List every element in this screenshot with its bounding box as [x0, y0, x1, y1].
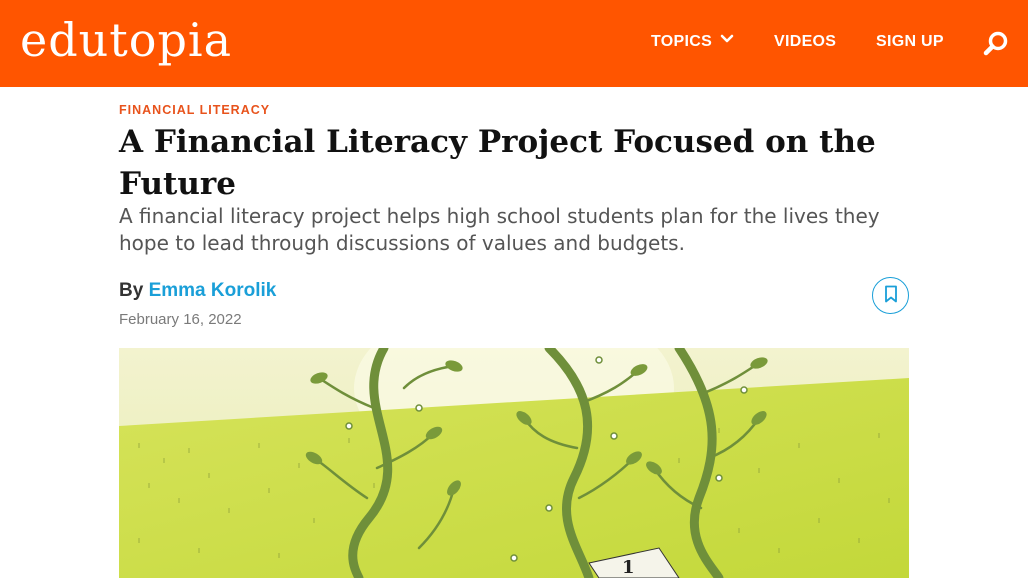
article-subtitle: A financial literacy project helps high …	[119, 204, 880, 255]
edutopia-logo[interactable]: edutopia	[20, 10, 232, 70]
author-link[interactable]: Emma Korolik	[149, 280, 277, 301]
search-icon[interactable]	[982, 30, 1010, 58]
chevron-down-icon	[720, 31, 734, 49]
svg-text:1: 1	[622, 557, 635, 578]
nav-videos[interactable]: VIDEOS	[774, 33, 836, 51]
bookmark-icon	[884, 285, 898, 307]
article-title: A Financial Literacy Project Focused on …	[119, 124, 876, 202]
topic-kicker-link[interactable]: FINANCIAL LITERACY	[119, 103, 270, 117]
site-header: edutopia TOPICS VIDEOS SIGN UP	[0, 0, 1028, 87]
bookmark-button[interactable]	[872, 277, 909, 314]
hero-image: 1	[119, 348, 909, 578]
nav-topics[interactable]: TOPICS	[651, 33, 734, 51]
nav-sign-up[interactable]: SIGN UP	[876, 33, 944, 51]
publish-date: February 16, 2022	[119, 311, 242, 328]
byline: By Emma Korolik	[119, 280, 276, 302]
nav-topics-label: TOPICS	[651, 33, 713, 51]
byline-prefix: By	[119, 280, 144, 301]
